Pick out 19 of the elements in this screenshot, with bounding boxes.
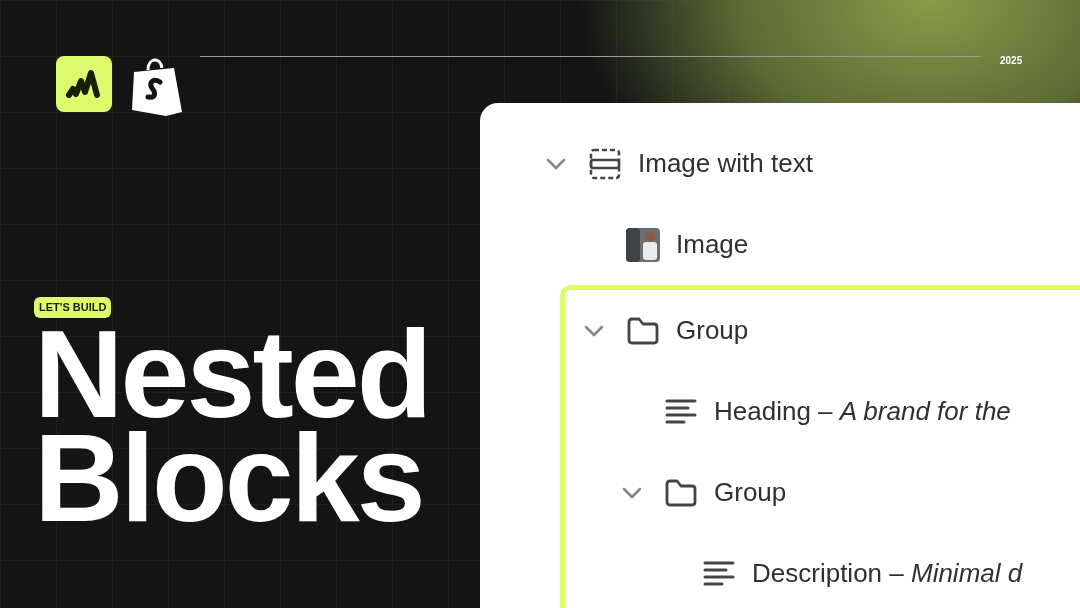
chevron-icon[interactable] xyxy=(545,156,567,171)
chevron-icon[interactable] xyxy=(621,485,643,500)
block-label[interactable]: Description – Minimal d xyxy=(752,554,1023,593)
year-label: 2025 xyxy=(1000,54,1023,68)
block-label[interactable]: Group xyxy=(714,473,787,512)
shopping-bag-icon xyxy=(130,56,184,116)
logo-icon xyxy=(56,56,112,112)
folder-icon xyxy=(626,315,660,346)
photo-placeholder xyxy=(626,227,660,262)
page-title: Blocks xyxy=(34,426,423,530)
block-label[interactable]: Image xyxy=(676,225,749,264)
page-title: Nested xyxy=(34,322,430,426)
category-badge: LET'S BUILD xyxy=(34,297,112,318)
section-icon xyxy=(588,146,622,181)
chevron-icon[interactable] xyxy=(583,323,605,338)
block-label[interactable]: Heading – A brand for the xyxy=(714,392,1011,431)
folder-icon xyxy=(664,477,698,508)
block-label[interactable]: Group xyxy=(676,311,749,350)
block-label[interactable]: Image with text xyxy=(638,144,813,183)
